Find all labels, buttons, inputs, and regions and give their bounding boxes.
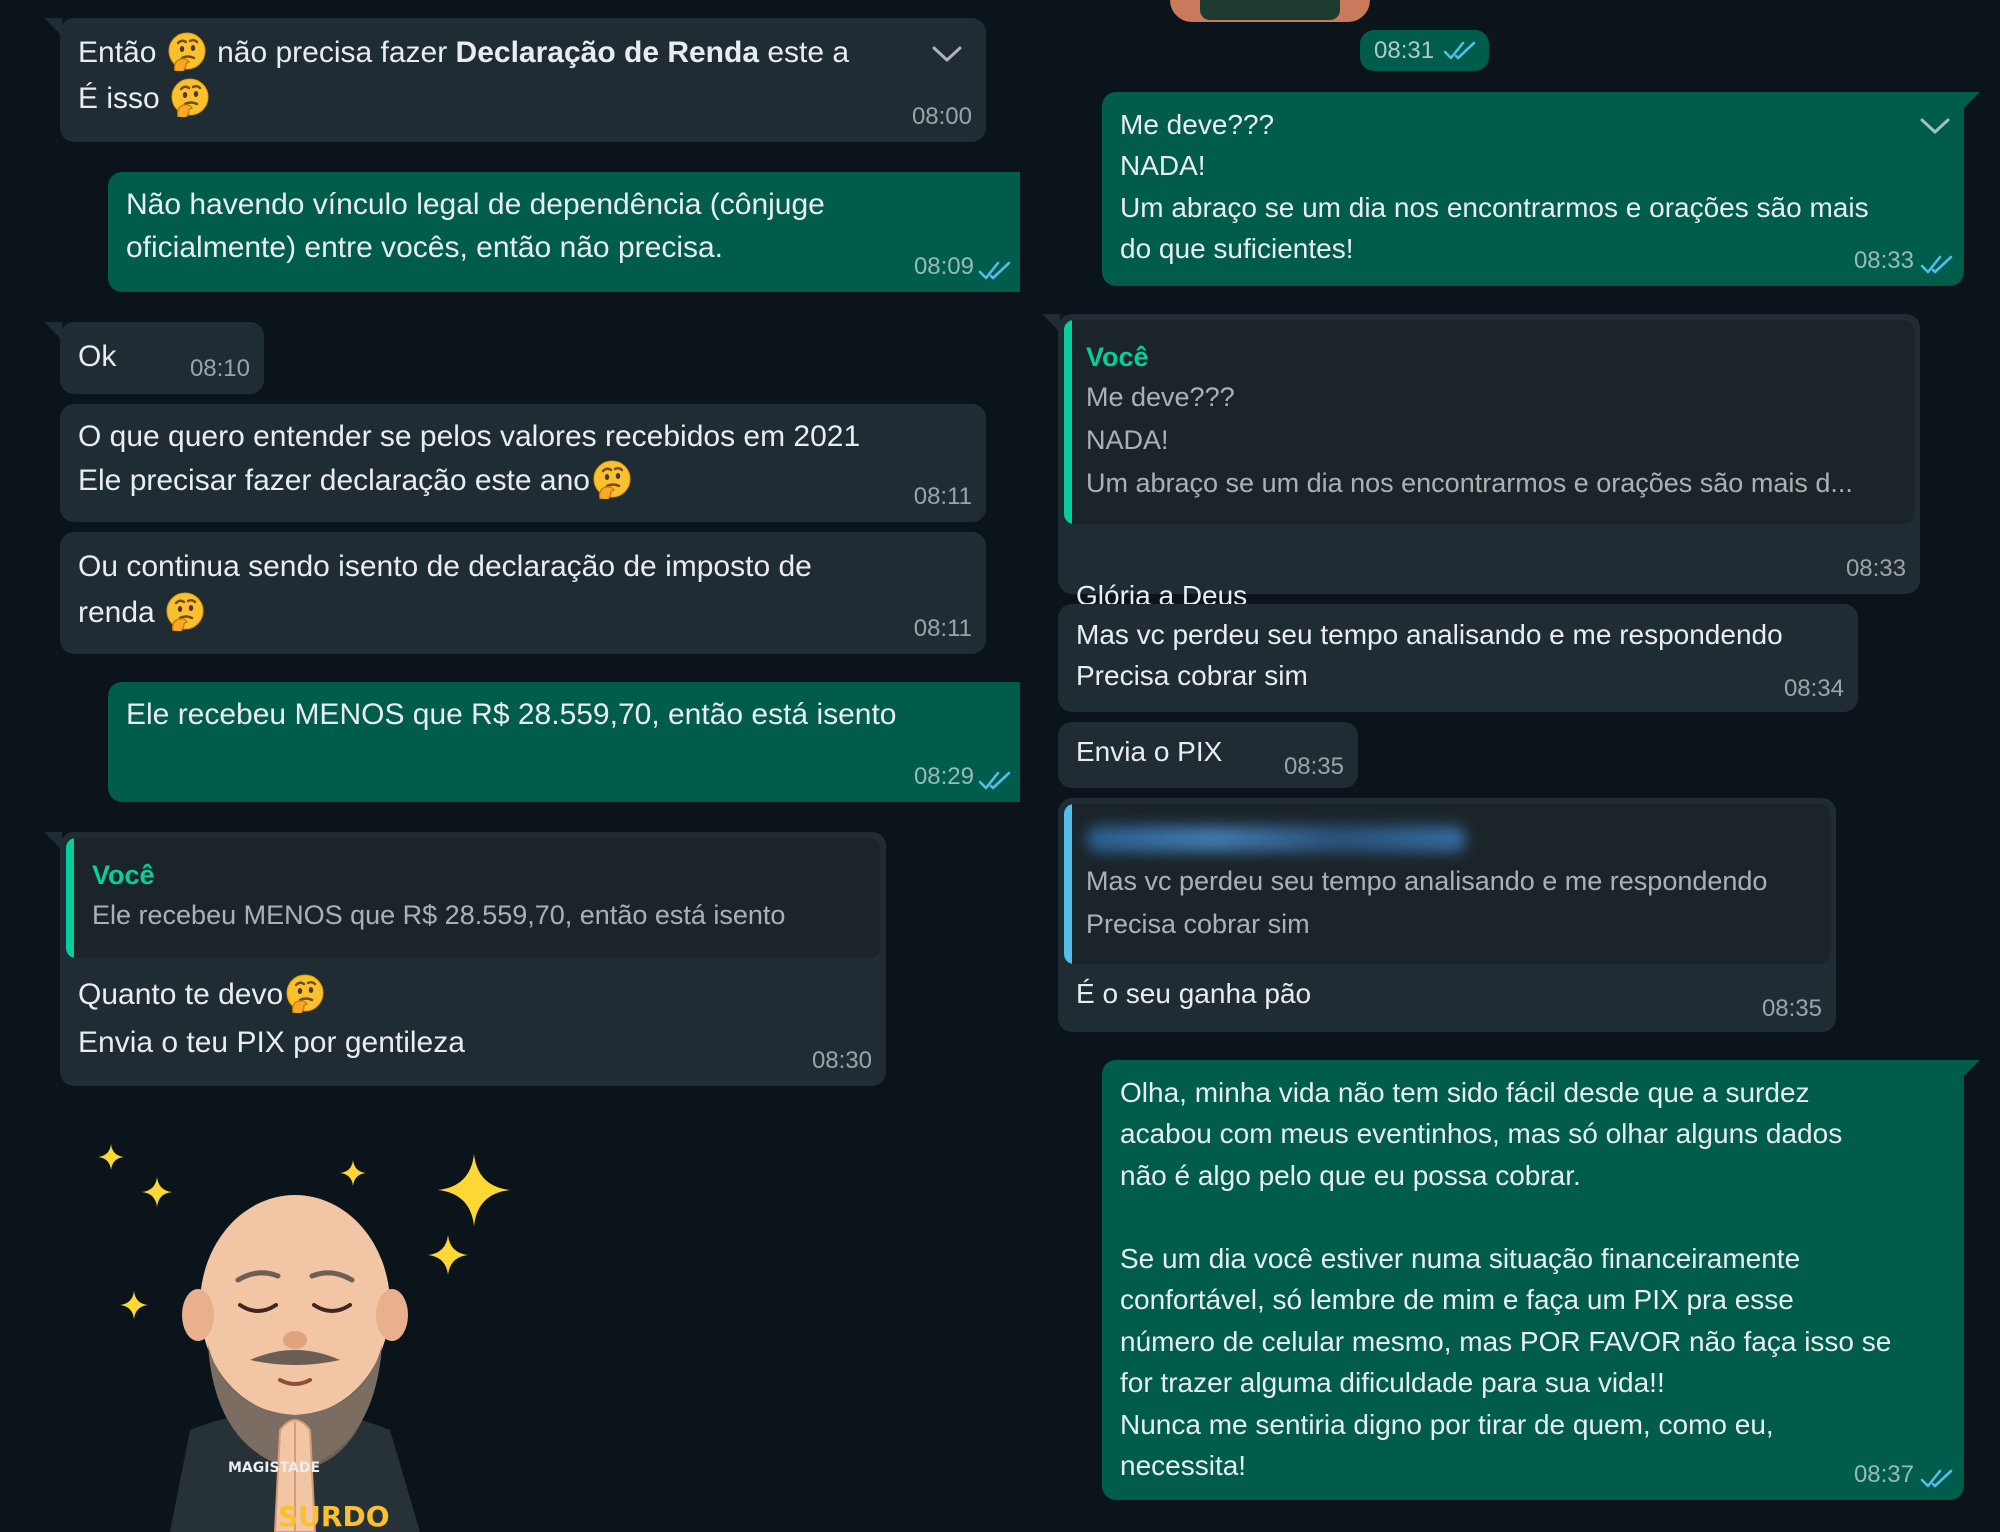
message-time: 08:37 xyxy=(1853,1460,1914,1488)
message-text: Olha, minha vida não tem sido fácil desd… xyxy=(1120,1077,1892,1481)
message-bubble-outgoing[interactable]: Me deve??? NADA! Um abraço se um dia nos… xyxy=(1102,92,1980,286)
read-receipt-icon xyxy=(978,770,1012,792)
message-bubble-outgoing[interactable]: Não havendo vínculo legal de dependência… xyxy=(108,172,1020,292)
quoted-message[interactable]: Você Me deve??? NADA! Um abraço se um di… xyxy=(1064,320,1914,524)
message-text: É o seu ganha pão xyxy=(1076,978,1312,1009)
quote-author: Você xyxy=(1086,342,1149,372)
quote-author: Você xyxy=(92,860,155,890)
quote-text: Me deve??? NADA! Um abraço se um dia nos… xyxy=(1086,382,1853,499)
quote-bar xyxy=(66,838,74,958)
message-text-line2: É isso xyxy=(78,78,212,121)
message-bubble-incoming[interactable]: Envia o PIX 08:35 xyxy=(1058,722,1358,788)
read-receipt-icon xyxy=(1920,1468,1954,1490)
message-bubble-outgoing[interactable]: Olha, minha vida não tem sido fácil desd… xyxy=(1102,1060,1980,1500)
message-bubble-incoming[interactable]: Ok 08:10 xyxy=(44,322,264,394)
message-bubble-outgoing[interactable]: Ele recebeu MENOS que R$ 28.559,70, entã… xyxy=(108,682,1020,802)
message-text: Ele recebeu MENOS que R$ 28.559,70, entã… xyxy=(126,698,897,731)
sticker-shirt-text-1: MAGISTADE xyxy=(228,1460,321,1476)
read-receipt-icon xyxy=(978,260,1012,282)
message-text-line2: Ele precisar fazer declaração este ano xyxy=(78,460,634,503)
message-text: Ok xyxy=(78,340,117,373)
quoted-message[interactable]: Mas vc perdeu seu tempo analisando e me … xyxy=(1064,804,1830,964)
chevron-down-icon[interactable] xyxy=(1918,116,1952,136)
message-bubble-incoming[interactable]: O que quero entender se pelos valores re… xyxy=(60,404,986,522)
message-time: 08:33 xyxy=(1853,246,1914,274)
thinking-face-icon xyxy=(170,77,210,117)
thinking-face-icon xyxy=(165,591,205,631)
message-time-pill: 08:31 xyxy=(1360,30,1489,71)
message-text-line2: renda xyxy=(78,592,207,635)
message-text-line2: Envia o teu PIX por gentileza xyxy=(78,1026,465,1059)
sticker[interactable]: MAGISTADE SURDO xyxy=(90,1130,530,1532)
message-time: 08:35 xyxy=(1283,752,1344,780)
message-text: Mas vc perdeu seu tempo analisando e me … xyxy=(1076,619,1783,692)
message-bubble-incoming[interactable]: Ou continua sendo isento de declaração d… xyxy=(60,532,986,654)
quote-bar xyxy=(1064,320,1072,524)
message-time: 08:10 xyxy=(189,354,250,382)
thinking-face-icon xyxy=(285,973,325,1013)
message-text: Me deve??? NADA! Um abraço se um dia nos… xyxy=(1120,109,1869,265)
thinking-face-icon xyxy=(167,32,207,71)
quote-text: Mas vc perdeu seu tempo analisando e me … xyxy=(1086,866,1768,940)
partial-sticker-top xyxy=(1170,0,1370,22)
quote-text: Ele recebeu MENOS que R$ 28.559,70, entã… xyxy=(92,900,786,930)
message-time: 08:30 xyxy=(811,1046,872,1074)
read-receipt-icon xyxy=(1443,40,1477,62)
message-time: 08:11 xyxy=(913,614,972,642)
message-time: 08:09 xyxy=(913,252,974,280)
message-time: 08:11 xyxy=(913,482,972,510)
message-bubble-incoming-reply[interactable]: Mas vc perdeu seu tempo analisando e me … xyxy=(1058,798,1836,1032)
message-text-line1: O que quero entender se pelos valores re… xyxy=(78,420,861,453)
message-text-line1: Quanto te devo xyxy=(78,974,327,1017)
thinking-face-icon xyxy=(592,459,632,499)
message-text: Não havendo vínculo legal de dependência… xyxy=(126,188,825,264)
message-time: 08:35 xyxy=(1761,994,1822,1022)
read-receipt-icon xyxy=(1920,254,1954,276)
message-bubble-incoming-reply[interactable]: Você Me deve??? NADA! Um abraço se um di… xyxy=(1042,314,1920,594)
message-time: 08:00 xyxy=(911,102,972,130)
sticker-shirt-text-2: SURDO xyxy=(278,1500,390,1532)
message-bubble-incoming[interactable]: Mas vc perdeu seu tempo analisando e me … xyxy=(1058,604,1858,712)
quote-bar xyxy=(1064,804,1072,964)
message-time: 08:29 xyxy=(913,762,974,790)
message-time: 08:33 xyxy=(1845,554,1906,582)
message-time: 08:34 xyxy=(1783,674,1844,702)
blurred-contact-name xyxy=(1086,826,1466,852)
message-text: Envia o PIX xyxy=(1076,736,1223,767)
chevron-down-icon[interactable] xyxy=(930,44,964,64)
message-bubble-incoming-reply[interactable]: Você Ele recebeu MENOS que R$ 28.559,70,… xyxy=(44,832,886,1086)
quoted-message[interactable]: Você Ele recebeu MENOS que R$ 28.559,70,… xyxy=(66,838,880,958)
message-bubble-incoming[interactable]: Então não precisa fazer Declaração de Re… xyxy=(44,18,986,142)
message-text-line1: Ou continua sendo isento de declaração d… xyxy=(78,550,812,583)
message-text: Então não precisa fazer Declaração de Re… xyxy=(78,32,928,75)
